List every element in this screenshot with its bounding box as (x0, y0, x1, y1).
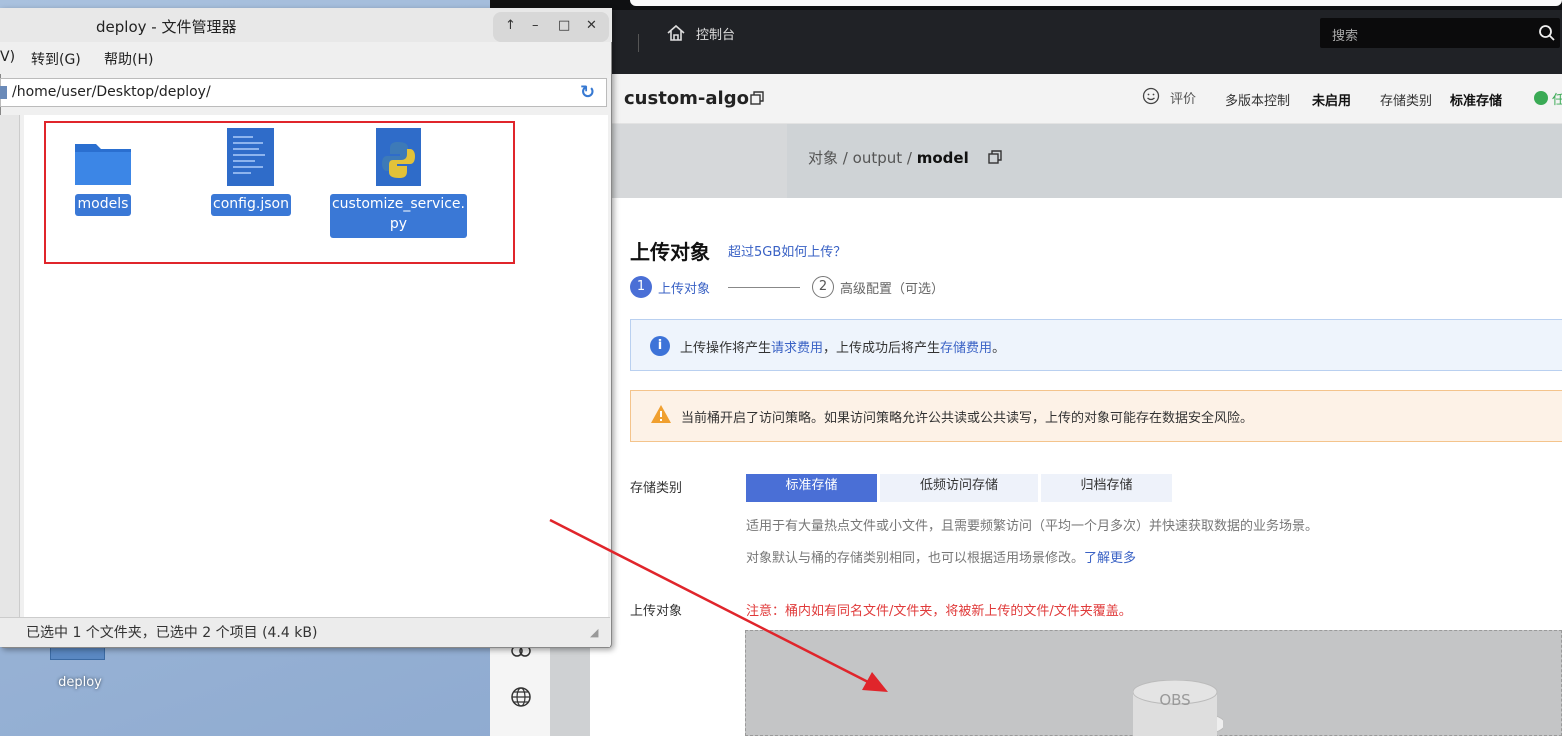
copy-icon[interactable] (988, 150, 1002, 164)
status-text: 任 (1552, 93, 1562, 108)
info-icon: i (650, 336, 670, 356)
warning-text: 当前桶开启了访问策略。如果访问策略允许公共读或公共读写，上传的对象可能存在数据安… (681, 411, 1254, 426)
storage-description: 适用于有大量热点文件或小文件，且需要频繁访问（平均一个月多次）并快速获取数据的业… (746, 519, 1319, 534)
info-alert-text: 上传操作将产生请求费用，上传成功后将产生存储费用。 (680, 341, 1006, 356)
menu-help[interactable]: 帮助(H) (104, 49, 153, 69)
step-2-label: 高级配置（可选） (840, 282, 945, 297)
breadcrumb: 对象 / output / model (808, 147, 969, 168)
maximize-button[interactable]: □ (558, 18, 570, 33)
browser-window: 控制台 搜索 custom-algo 评价 多版本控制 未启用 存储类别 标准存… (590, 0, 1562, 736)
window-title: deploy - 文件管理器 (96, 18, 237, 36)
step-1-label: 上传对象 (658, 282, 711, 297)
drive-icon (0, 86, 7, 99)
desktop-icon-label[interactable]: deploy (40, 675, 120, 690)
storage-option-archive[interactable]: 归档存储 (1041, 474, 1172, 502)
smile-icon[interactable] (1142, 87, 1160, 105)
keep-above-button[interactable]: ↑ (505, 18, 516, 33)
menu-go[interactable]: 转到(G) (31, 49, 81, 69)
storage-option-standard[interactable]: 标准存储 (746, 474, 877, 502)
step-2-badge: 2 (812, 276, 834, 298)
resize-grip-icon[interactable]: ◢ (590, 626, 598, 639)
breadcrumb-current: model (916, 149, 969, 167)
file-label-config[interactable]: config.json (211, 194, 291, 216)
menu-view[interactable]: V) (0, 49, 15, 65)
check-circle-icon (1534, 91, 1548, 105)
text-file-icon[interactable] (227, 128, 274, 186)
bucket-name: custom-algo (624, 88, 749, 109)
request-fee-link[interactable]: 请求费用 (771, 341, 823, 356)
rate-link[interactable]: 评价 (1170, 88, 1196, 107)
breadcrumb-root[interactable]: 对象 (808, 149, 838, 167)
storage-class-value: 标准存储 (1450, 94, 1503, 109)
location-path[interactable]: /home/user/Desktop/deploy/ (12, 84, 211, 100)
obs-cloud-icon: OBS (1133, 680, 1223, 736)
file-label-models[interactable]: models (75, 194, 131, 216)
globe-icon[interactable] (510, 686, 532, 708)
multiversion-label: 多版本控制 (1225, 94, 1291, 109)
console-home-link[interactable]: 控制台 (696, 24, 735, 43)
minimize-button[interactable]: – (532, 18, 539, 33)
search-placeholder: 搜索 (1332, 29, 1359, 44)
obs-logo-text: OBS (1159, 691, 1190, 709)
upload-field-label: 上传对象 (630, 604, 683, 619)
python-file-icon[interactable] (376, 128, 421, 186)
step-connector (728, 287, 800, 288)
folder-icon[interactable] (74, 138, 132, 186)
menubar (0, 42, 610, 74)
storage-option-infrequent[interactable]: 低频访问存储 (880, 474, 1038, 502)
breadcrumb-sep: / (906, 149, 912, 167)
side-pane (0, 115, 20, 617)
step-1-badge: 1 (630, 276, 652, 298)
storage-fee-link[interactable]: 存储费用 (940, 341, 992, 356)
copy-icon[interactable] (750, 91, 764, 105)
breadcrumb-output[interactable]: output (853, 149, 902, 167)
home-icon[interactable] (666, 24, 686, 42)
search-icon[interactable] (1538, 24, 1556, 42)
file-label-customize-service[interactable]: customize_service. py (330, 194, 467, 238)
close-button[interactable]: ✕ (586, 18, 597, 33)
learn-more-link[interactable]: 了解更多 (1084, 551, 1136, 566)
multiversion-value: 未启用 (1312, 94, 1352, 109)
panel-title: 上传对象 (630, 240, 710, 264)
storage-class-label: 存储类别 (1380, 94, 1433, 109)
left-nav-overlay (590, 124, 787, 198)
refresh-icon[interactable]: ↻ (580, 82, 600, 103)
large-upload-help-link[interactable]: 超过5GB如何上传？ (728, 241, 846, 260)
warning-icon (651, 405, 671, 423)
address-bar[interactable] (630, 0, 1562, 6)
breadcrumb-sep: / (842, 149, 848, 167)
storage-hint: 对象默认与桶的存储类别相同，也可以根据适用场景修改。了解更多 (746, 551, 1137, 566)
overwrite-note: 注意：桶内如有同名文件/文件夹，将被新上传的文件/文件夹覆盖。 (746, 604, 1132, 619)
storage-class-field-label: 存储类别 (630, 481, 683, 496)
status-text: 已选中 1 个文件夹，已选中 2 个项目 (4.4 kB) (26, 625, 318, 641)
